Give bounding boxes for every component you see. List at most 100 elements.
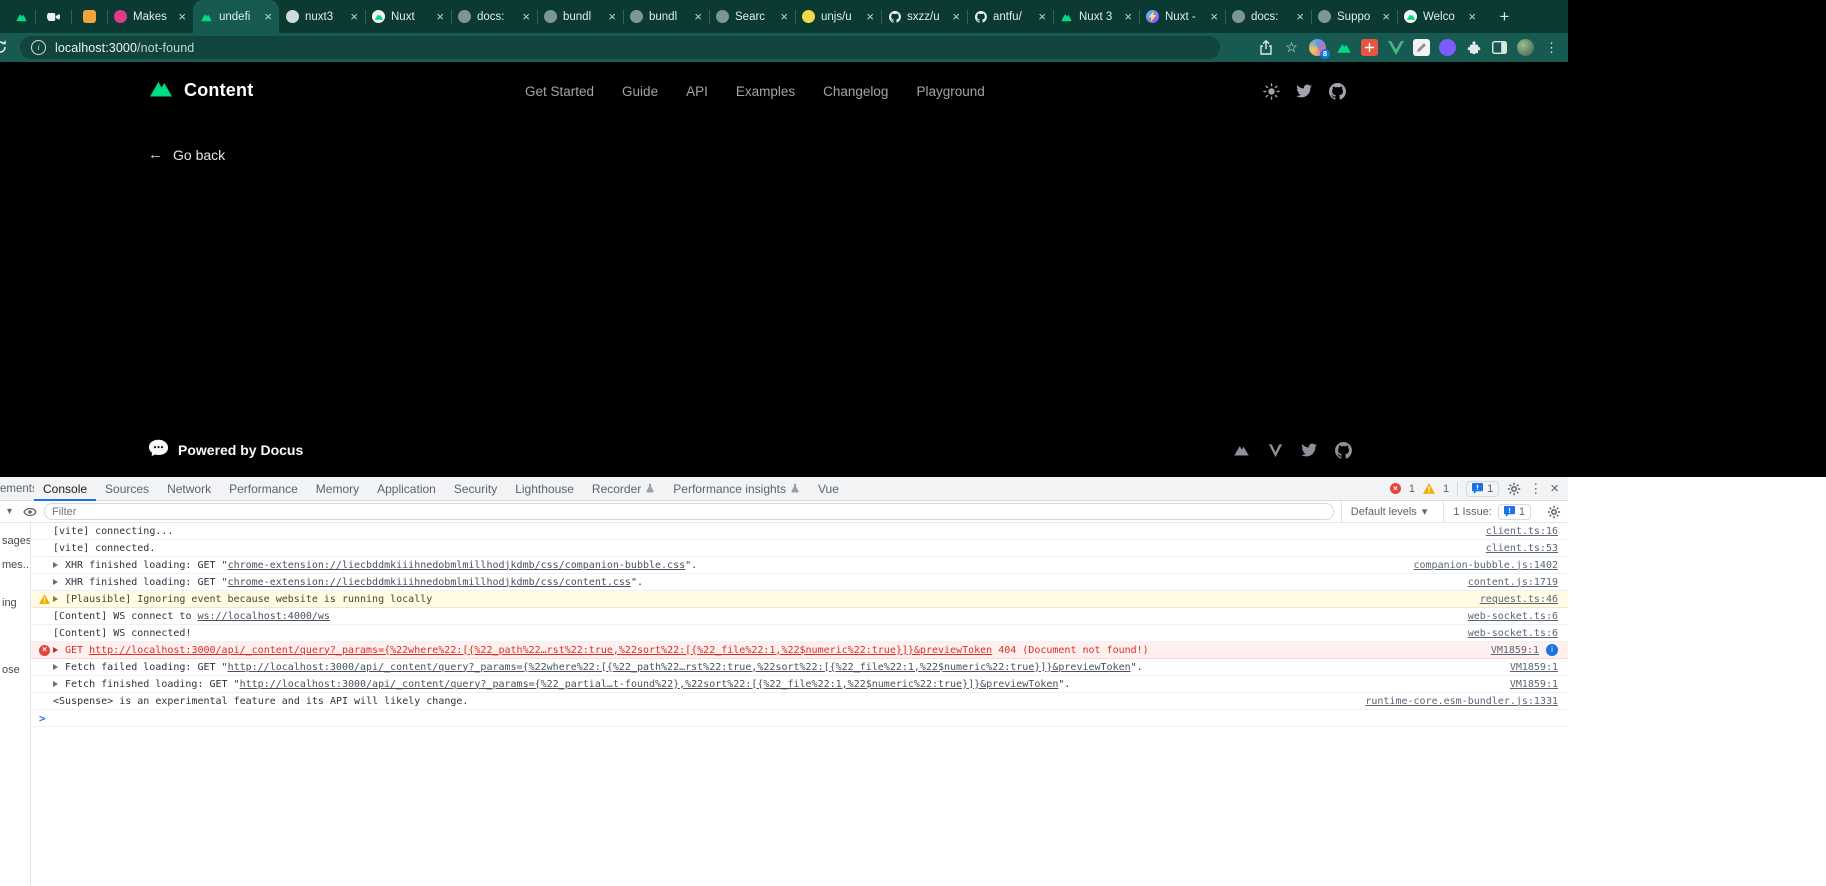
devtools-tab-security[interactable]: Security: [445, 477, 506, 501]
nuxt-extension-icon[interactable]: [1335, 39, 1352, 56]
devtools-tab-recorder[interactable]: Recorder: [583, 477, 664, 501]
nav-get-started[interactable]: Get Started: [525, 84, 594, 99]
github-icon[interactable]: [1334, 441, 1352, 459]
sidebar-item-fragment[interactable]: ose: [2, 664, 20, 676]
message-link[interactable]: http://localhost:3000/api/_content/query…: [240, 679, 1059, 690]
tab-close-icon[interactable]: ×: [780, 9, 788, 24]
vue-devtools-icon[interactable]: [1387, 39, 1404, 56]
tab-close-icon[interactable]: ×: [1124, 9, 1132, 24]
devtools-settings-icon[interactable]: [1507, 482, 1521, 496]
message-link[interactable]: http://localhost:3000/api/_content/query…: [89, 645, 992, 656]
context-selector-fragment[interactable]: ▾: [7, 506, 16, 517]
nav-playground[interactable]: Playground: [916, 84, 984, 99]
tab-close-icon[interactable]: ×: [1382, 9, 1390, 24]
tab-close-icon[interactable]: ×: [264, 9, 272, 24]
nav-api[interactable]: API: [686, 84, 708, 99]
share-icon[interactable]: [1257, 39, 1274, 56]
source-location-link[interactable]: client.ts:53: [1472, 543, 1558, 554]
tab-close-icon[interactable]: ×: [866, 9, 874, 24]
browser-tab-searc[interactable]: Searc ×: [709, 0, 795, 33]
devtools-tab-performance-insights[interactable]: Performance insights: [664, 477, 809, 501]
devtools-close-icon[interactable]: ×: [1550, 480, 1559, 497]
expand-triangle-icon[interactable]: [53, 579, 65, 585]
expand-triangle-icon[interactable]: [53, 596, 65, 602]
tab-close-icon[interactable]: ×: [1468, 9, 1476, 24]
side-panel-icon[interactable]: [1491, 39, 1508, 56]
console-settings-icon[interactable]: [1547, 505, 1561, 519]
tab-close-icon[interactable]: ×: [694, 9, 702, 24]
expand-triangle-icon[interactable]: [53, 562, 65, 568]
browser-tab-welco[interactable]: Welco ×: [1397, 0, 1483, 33]
error-count-icon[interactable]: ×: [1389, 483, 1401, 494]
tab-close-icon[interactable]: ×: [1210, 9, 1218, 24]
bookmark-star-icon[interactable]: ☆: [1283, 39, 1300, 56]
browser-tab-antfu[interactable]: antfu/ ×: [967, 0, 1053, 33]
devtools-tab-application[interactable]: Application: [368, 477, 445, 501]
devtools-tab-elements-fragment[interactable]: ements: [0, 483, 34, 495]
new-tab-button[interactable]: +: [1492, 4, 1517, 29]
tab-close-icon[interactable]: ×: [178, 9, 186, 24]
issues-counter-chip[interactable]: 1: [1497, 503, 1531, 520]
expand-triangle-icon[interactable]: [53, 681, 65, 687]
devtools-tab-network[interactable]: Network: [158, 477, 220, 501]
browser-tab[interactable]: [35, 0, 71, 33]
tab-close-icon[interactable]: ×: [608, 9, 616, 24]
nuxt-icon[interactable]: [1232, 441, 1250, 459]
message-link[interactable]: http://localhost:3000/api/_content/query…: [228, 662, 1131, 673]
source-location-link[interactable]: runtime-core.esm-bundler.js:1331: [1351, 696, 1558, 707]
expand-triangle-icon[interactable]: [53, 647, 65, 653]
site-logo[interactable]: Content: [148, 79, 253, 102]
devtools-tab-vue[interactable]: Vue: [809, 477, 848, 501]
source-location-link[interactable]: VM1859:1: [1477, 645, 1539, 656]
github-icon[interactable]: [1328, 82, 1346, 100]
puzzle-extensions-icon[interactable]: [1465, 39, 1482, 56]
devtools-tab-memory[interactable]: Memory: [307, 477, 368, 501]
nav-examples[interactable]: Examples: [736, 84, 795, 99]
warning-count-icon[interactable]: [1422, 483, 1435, 494]
live-expressions-eye-icon[interactable]: [23, 507, 37, 517]
go-back-link[interactable]: ← Go back: [148, 146, 225, 163]
sidebar-item-fragment[interactable]: mes...: [2, 559, 30, 571]
sidebar-item-fragment[interactable]: sages: [2, 535, 30, 547]
source-location-link[interactable]: web-socket.ts:6: [1454, 611, 1558, 622]
source-location-link[interactable]: web-socket.ts:6: [1454, 628, 1558, 639]
message-link[interactable]: chrome-extension://liecbddmkiiihnedobmlm…: [228, 577, 631, 588]
source-location-link[interactable]: VM1859:1: [1496, 679, 1558, 690]
source-location-link[interactable]: VM1859:1: [1496, 662, 1558, 673]
browser-tab-suppo[interactable]: Suppo ×: [1311, 0, 1397, 33]
log-levels-dropdown[interactable]: Default levels ▾: [1340, 501, 1437, 522]
tab-close-icon[interactable]: ×: [522, 9, 530, 24]
browser-tab-nuxt[interactable]: Nuxt - ×: [1139, 0, 1225, 33]
devtools-menu-kebab-icon[interactable]: ⋮: [1529, 481, 1542, 497]
browser-tab[interactable]: [71, 0, 107, 33]
tab-close-icon[interactable]: ×: [1296, 9, 1304, 24]
tab-close-icon[interactable]: ×: [1038, 9, 1046, 24]
color-mode-icon[interactable]: [1262, 82, 1280, 100]
browser-tab-nuxt-3[interactable]: Nuxt 3 ×: [1053, 0, 1139, 33]
source-location-link[interactable]: request.ts:46: [1466, 594, 1558, 605]
tab-close-icon[interactable]: ×: [350, 9, 358, 24]
console-prompt[interactable]: >: [31, 710, 1568, 727]
browser-tab-makes[interactable]: Makes ×: [107, 0, 193, 33]
browser-tab-nuxt3[interactable]: nuxt3 ×: [279, 0, 365, 33]
browser-tab-bundl[interactable]: bundl ×: [623, 0, 709, 33]
nav-guide[interactable]: Guide: [622, 84, 658, 99]
source-location-link[interactable]: companion-bubble.js:1402: [1400, 560, 1559, 571]
browser-tab-nuxt[interactable]: Nuxt ×: [365, 0, 451, 33]
profile-avatar-icon[interactable]: [1517, 39, 1534, 56]
nav-changelog[interactable]: Changelog: [823, 84, 888, 99]
console-filter-input[interactable]: [44, 503, 1334, 520]
browser-tab-undefi[interactable]: undefi ×: [193, 0, 279, 33]
browser-tab-docs[interactable]: docs: ×: [1225, 0, 1311, 33]
violet-extension-icon[interactable]: [1439, 39, 1456, 56]
twitter-icon[interactable]: [1295, 82, 1313, 100]
browser-tab[interactable]: [5, 0, 35, 33]
message-link[interactable]: chrome-extension://liecbddmkiiihnedobmlm…: [228, 560, 686, 571]
devtools-tab-sources[interactable]: Sources: [96, 477, 158, 501]
expand-triangle-icon[interactable]: [53, 664, 65, 670]
browser-tab-docs[interactable]: docs: ×: [451, 0, 537, 33]
issues-badge[interactable]: 1: [1466, 480, 1500, 497]
devtools-tab-console[interactable]: Console: [34, 477, 96, 501]
grid-extension-icon[interactable]: [1361, 39, 1378, 56]
reload-icon[interactable]: [0, 39, 8, 60]
